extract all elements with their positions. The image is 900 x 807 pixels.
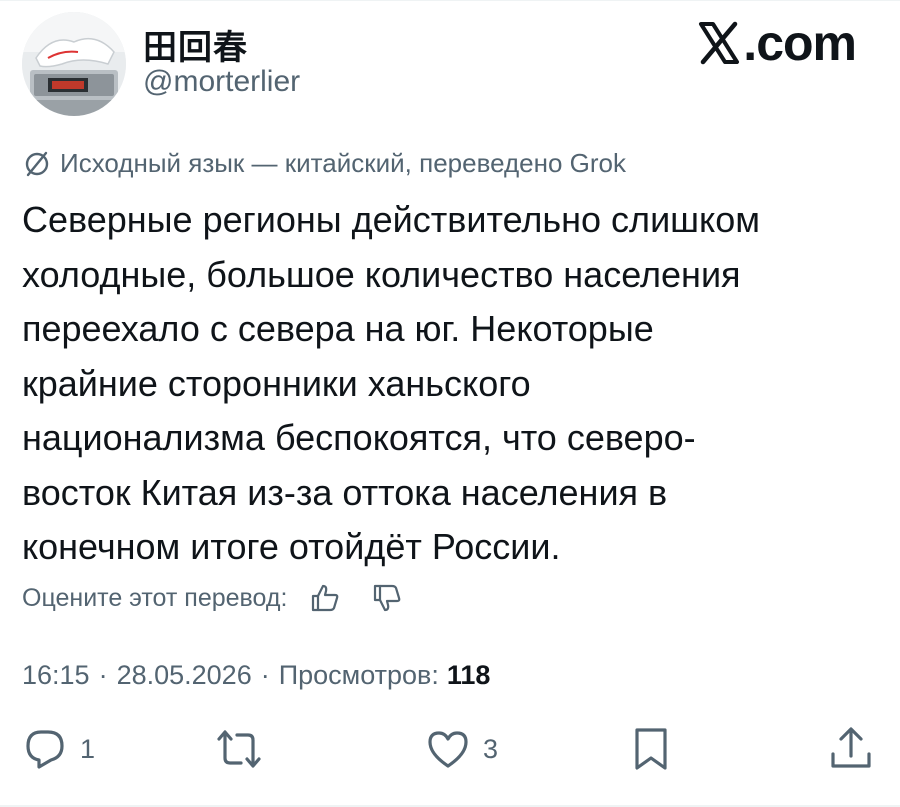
share-button[interactable]: [828, 726, 874, 772]
share-icon: [831, 727, 871, 768]
bookmark-button[interactable]: [628, 726, 674, 772]
tweet-time[interactable]: 16:15: [22, 660, 90, 691]
views-label: Просмотров:: [278, 660, 439, 690]
meta-separator: ·: [260, 660, 270, 690]
top-divider: [0, 0, 900, 1]
heart-icon: [428, 731, 468, 768]
meta-separator: ·: [98, 660, 108, 690]
like-count: 3: [483, 733, 499, 764]
like-button[interactable]: 3: [425, 726, 498, 772]
translate-icon: [25, 151, 49, 176]
translation-notice: Исходный язык — китайский, переведено Gr…: [22, 148, 626, 179]
bookmark-icon: [635, 728, 667, 770]
tweet-date[interactable]: 28.05.2026: [117, 660, 252, 691]
rate-label: Оцените этот перевод:: [22, 583, 288, 612]
repost-icon: [217, 730, 261, 768]
reply-count: 1: [80, 733, 96, 764]
reply-icon: [26, 730, 64, 769]
avatar-image: [22, 12, 126, 116]
brand-watermark: .com: [697, 15, 857, 71]
user-handle[interactable]: @morterlier: [143, 65, 300, 99]
rate-translation: Оцените этот перевод:: [22, 582, 403, 614]
brand-text: .com: [743, 15, 857, 71]
thumbs-down-icon[interactable]: [371, 582, 403, 614]
reply-button[interactable]: 1: [22, 726, 95, 772]
tweet-metadata: 16:15 · 28.05.2026 · Просмотров: 118: [22, 660, 490, 691]
thumbs-up-icon[interactable]: [309, 582, 341, 614]
tweet-text: Северные регионы действительно слишком х…: [22, 199, 760, 567]
x-logo-icon: [699, 21, 740, 65]
action-bar: 1 3: [0, 726, 900, 786]
avatar[interactable]: [22, 12, 126, 116]
display-name[interactable]: 田回春: [143, 20, 248, 69]
repost-button[interactable]: [216, 726, 274, 772]
translation-source-text: Исходный язык — китайский, переведено Gr…: [60, 148, 627, 178]
views-count: 118: [446, 660, 491, 690]
